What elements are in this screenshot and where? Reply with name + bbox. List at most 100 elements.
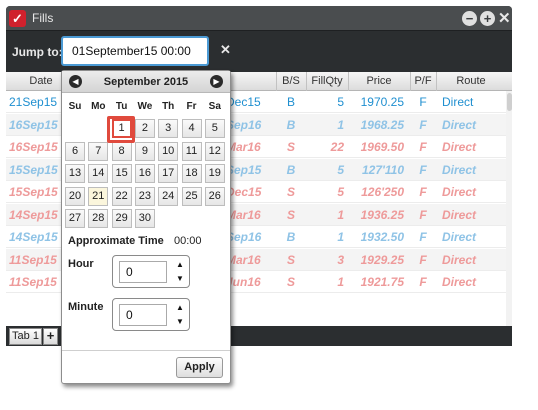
cell-route: Direct — [442, 252, 477, 267]
cell-route: Direct — [442, 207, 477, 222]
cell-contract: Mar16 — [226, 252, 261, 267]
cell-pf: F — [419, 230, 427, 244]
cell-qty: 1 — [337, 275, 344, 289]
cell-pf: F — [419, 140, 427, 154]
cell-bs: B — [286, 95, 295, 109]
calendar-day[interactable]: 10 — [158, 141, 179, 161]
weekday-label: We — [137, 101, 153, 112]
cell-route: Direct — [442, 140, 477, 154]
calendar-day[interactable]: 7 — [88, 141, 109, 161]
add-window-icon[interactable]: + — [480, 11, 495, 26]
calendar-day[interactable]: 27 — [65, 209, 85, 228]
calendar-day[interactable]: 30 — [134, 209, 155, 228]
calendar-day[interactable]: 9 — [134, 141, 155, 161]
cell-route: Direct — [442, 275, 477, 289]
cell-price: 1929.25 — [360, 252, 404, 267]
hour-input[interactable]: 0 — [119, 261, 167, 283]
calendar-day[interactable]: 21 — [88, 186, 109, 206]
cell-route: Direct — [442, 230, 477, 244]
jump-bar: Jump to: 01September15 00:00 ✕ — [6, 32, 512, 72]
cell-price: 127'110 — [361, 162, 404, 177]
cell-bs: S — [286, 207, 295, 222]
hour-label: Hour — [68, 258, 94, 270]
calendar-day[interactable]: 6 — [65, 141, 85, 161]
calendar-day[interactable]: 24 — [158, 186, 179, 206]
hour-up-icon[interactable]: ▲ — [176, 260, 184, 269]
calendar-day[interactable]: 26 — [204, 186, 225, 206]
cell-price: 1936.25 — [360, 207, 404, 222]
weekday-label: Fr — [186, 101, 197, 112]
weekday-label: Su — [68, 101, 82, 112]
scrollbar-thumb[interactable] — [507, 93, 512, 111]
calendar-day[interactable]: 28 — [88, 209, 109, 228]
cell-bs: S — [286, 140, 295, 154]
tab-1[interactable]: Tab 1 — [9, 328, 42, 345]
minute-input[interactable]: 0 — [119, 304, 167, 326]
cell-contract: Dec15 — [226, 185, 262, 199]
calendar-day[interactable]: 12 — [204, 141, 225, 161]
cell-pf: F — [419, 207, 427, 222]
calendar-day[interactable]: 8 — [111, 141, 132, 161]
jump-to-input[interactable]: 01September15 00:00 — [61, 36, 209, 66]
cell-price: 1932.50 — [360, 230, 404, 244]
column-header-fillqty[interactable]: FillQty — [306, 75, 348, 87]
calendar-day[interactable]: 23 — [134, 186, 155, 206]
window-title: Fills — [32, 11, 54, 25]
cell-contract: Mar16 — [226, 140, 261, 154]
minute-up-icon[interactable]: ▲ — [176, 303, 184, 312]
cell-bs: B — [286, 117, 296, 132]
column-header-bs[interactable]: B/S — [276, 75, 306, 87]
calendar-day[interactable]: 29 — [111, 209, 132, 228]
cell-contract: Dec15 — [226, 95, 261, 109]
close-window-icon[interactable]: ✕ — [498, 9, 511, 27]
minimize-icon[interactable]: − — [462, 11, 477, 26]
cell-route: Direct — [442, 185, 477, 199]
checkmark-icon: ✓ — [9, 10, 26, 27]
cell-pf: F — [419, 252, 427, 267]
minute-label: Minute — [68, 301, 104, 313]
hour-stepper: 0 ▲ ▼ — [112, 255, 190, 288]
weekday-label: Sa — [208, 101, 221, 112]
cell-bs: B — [286, 230, 296, 244]
calendar-day[interactable]: 17 — [158, 164, 179, 183]
cell-route: Direct — [442, 95, 474, 109]
calendar-day[interactable]: 3 — [158, 119, 179, 138]
calendar-day[interactable]: 16 — [134, 164, 155, 183]
calendar-day[interactable]: 19 — [204, 164, 225, 183]
chevron-right-icon[interactable]: ▶ — [210, 75, 223, 88]
cell-route: Direct — [442, 117, 477, 132]
cell-pf: F — [419, 117, 427, 132]
approximate-time-value: 00:00 — [174, 235, 202, 247]
clear-jump-icon[interactable]: ✕ — [220, 42, 231, 58]
calendar-day[interactable]: 2 — [134, 119, 155, 138]
calendar-day[interactable]: 4 — [181, 119, 202, 138]
cell-bs: S — [286, 275, 295, 289]
cell-bs: B — [286, 162, 296, 177]
minute-down-icon[interactable]: ▼ — [176, 317, 184, 326]
calendar-day[interactable]: 25 — [181, 186, 202, 206]
title-bar: ✓ Fills − + ✕ — [6, 6, 512, 31]
calendar-day[interactable]: 14 — [88, 164, 109, 183]
column-header-pf[interactable]: P/F — [410, 75, 436, 87]
calendar-day[interactable]: 13 — [65, 164, 85, 183]
approximate-time-label: Approximate Time — [68, 235, 164, 247]
weekday-label: Th — [162, 101, 175, 112]
apply-button[interactable]: Apply — [176, 357, 223, 378]
picker-divider — [62, 350, 230, 351]
hour-down-icon[interactable]: ▼ — [176, 274, 184, 283]
calendar-day[interactable]: 5 — [204, 119, 225, 138]
cell-price: 1969.50 — [360, 140, 404, 154]
calendar-day[interactable]: 22 — [111, 186, 132, 206]
cell-contract: Sep16 — [226, 117, 262, 132]
grid-scrollbar[interactable] — [506, 91, 512, 326]
calendar-day[interactable]: 11 — [181, 141, 202, 161]
weekday-label: Mo — [91, 101, 106, 112]
column-header-route[interactable]: Route — [436, 75, 506, 87]
cell-price: 1921.75 — [360, 275, 404, 289]
calendar-day[interactable]: 20 — [65, 186, 85, 206]
calendar-day[interactable]: 15 — [111, 164, 132, 183]
column-header-price[interactable]: Price — [348, 75, 410, 87]
add-tab-button[interactable]: + — [43, 328, 58, 345]
cell-contract: Mar16 — [226, 207, 261, 222]
calendar-day[interactable]: 18 — [181, 164, 202, 183]
